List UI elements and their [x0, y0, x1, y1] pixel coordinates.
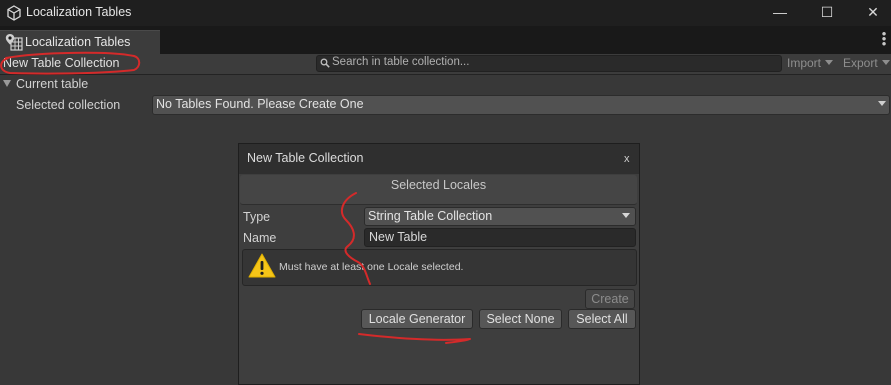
search-icon: [320, 58, 330, 68]
chevron-down-icon: [881, 60, 890, 65]
search-placeholder: Search in table collection...: [332, 56, 470, 68]
more-options-icon[interactable]: • • •: [880, 27, 888, 50]
type-label: Type: [243, 210, 271, 224]
export-dropdown[interactable]: Export: [843, 55, 890, 72]
selected-collection-value: No Tables Found. Please Create One: [156, 97, 364, 111]
name-label: Name: [243, 231, 277, 245]
create-button[interactable]: Create: [585, 289, 635, 309]
selected-locales-label: Selected Locales: [390, 178, 487, 192]
unity-cube-icon: [7, 5, 21, 21]
minimize-button[interactable]: —: [757, 0, 803, 26]
current-table-foldout[interactable]: Current table: [16, 77, 88, 91]
help-message: Must have at least one Locale selected.: [279, 261, 464, 273]
selected-collection-label: Selected collection: [16, 98, 121, 112]
import-dropdown[interactable]: Import: [787, 55, 834, 72]
foldout-arrow-icon[interactable]: [3, 80, 11, 87]
tab-label: Localization Tables: [25, 35, 131, 49]
import-label: Import: [787, 56, 822, 70]
select-none-button[interactable]: Select None: [479, 309, 562, 329]
chevron-down-icon: [878, 101, 886, 106]
localization-tables-icon: [5, 34, 23, 51]
window-title: Localization Tables: [26, 5, 132, 19]
export-label: Export: [843, 56, 878, 70]
dialog-close-button[interactable]: x: [624, 153, 630, 165]
close-window-button[interactable]: ✕: [850, 0, 891, 26]
chevron-down-icon: [622, 213, 630, 218]
chevron-down-icon: [825, 60, 834, 65]
select-all-button[interactable]: Select All: [568, 309, 636, 329]
new-table-collection-button[interactable]: New Table Collection: [3, 56, 120, 70]
type-value: String Table Collection: [368, 209, 493, 223]
locale-generator-button[interactable]: Locale Generator: [361, 309, 473, 329]
warning-icon: [248, 253, 276, 278]
name-value: New Table: [369, 230, 428, 244]
maximize-button[interactable]: ☐: [804, 0, 850, 26]
dialog-title: New Table Collection: [247, 151, 364, 165]
